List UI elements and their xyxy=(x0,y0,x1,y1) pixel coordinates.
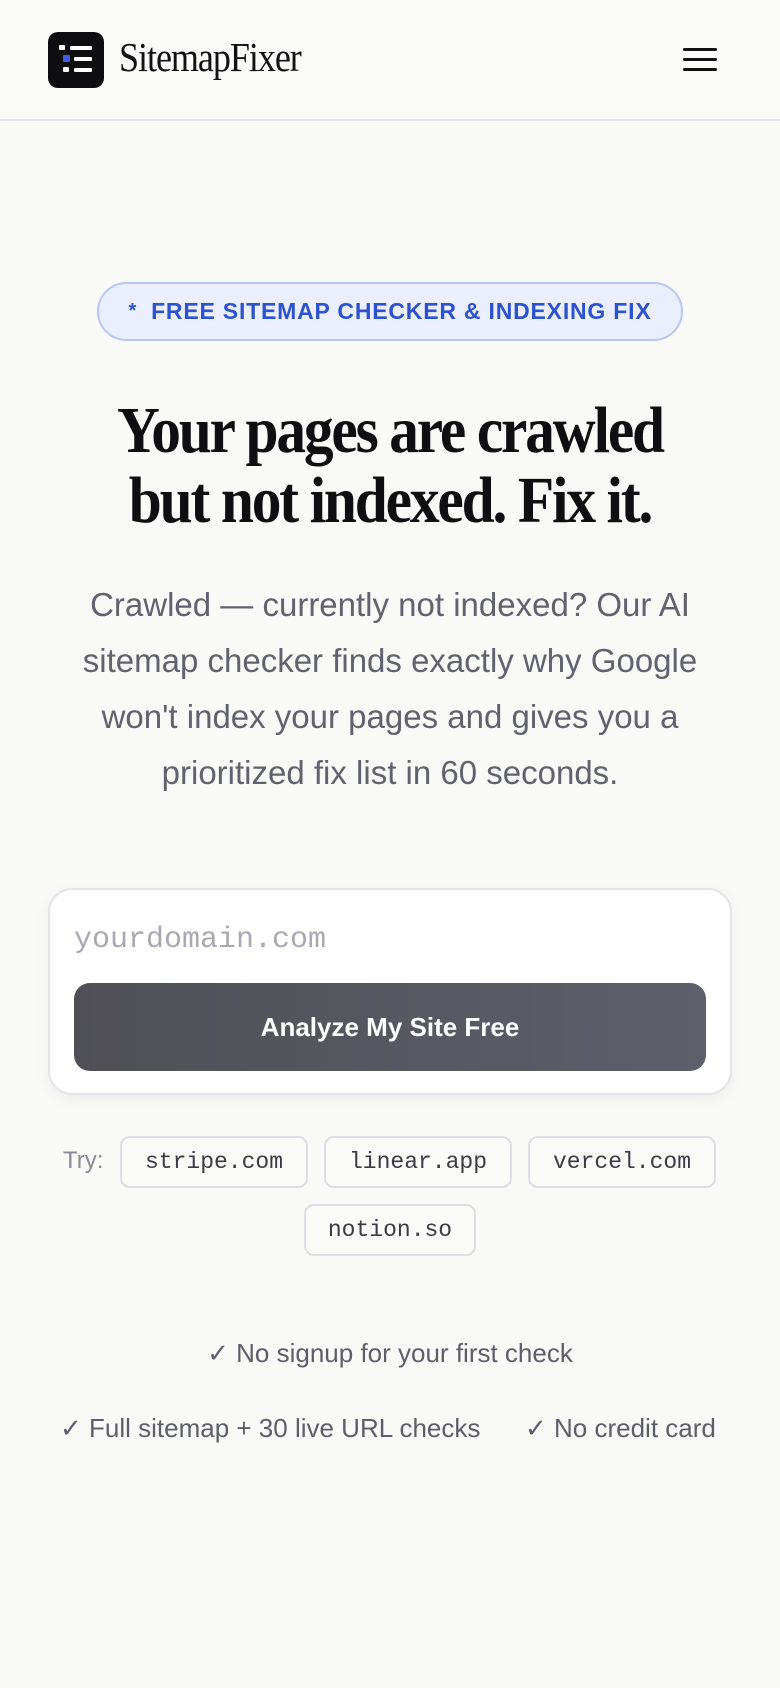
site-header: SitemapFixer xyxy=(0,0,780,121)
star-icon: * xyxy=(128,300,138,322)
check-no-credit-card: ✓ No credit card xyxy=(525,1413,716,1443)
headline-line-2: but not indexed. Fix it. xyxy=(128,464,654,537)
domain-input[interactable] xyxy=(74,912,704,968)
example-chip-vercel[interactable]: vercel.com xyxy=(528,1136,716,1188)
check-full-sitemap: ✓ Full sitemap + 30 live URL checks xyxy=(60,1413,481,1443)
hamburger-menu-icon[interactable] xyxy=(676,40,724,80)
hero-badge: * FREE SITEMAP CHECKER & INDEXING FIX xyxy=(97,282,683,341)
try-label: Try: xyxy=(63,1147,104,1174)
analyze-form: Analyze My Site Free xyxy=(48,888,732,1095)
example-chip-stripe[interactable]: stripe.com xyxy=(120,1136,308,1188)
example-chip-linear[interactable]: linear.app xyxy=(324,1136,512,1188)
brand-name[interactable]: SitemapFixer xyxy=(119,33,302,81)
list-icon[interactable] xyxy=(48,32,104,88)
analyze-button[interactable]: Analyze My Site Free xyxy=(74,983,706,1071)
headline-line-1: Your pages are crawled xyxy=(117,394,665,467)
hero-subtitle: Crawled — currently not indexed? Our AI … xyxy=(82,586,698,791)
badge-text: FREE SITEMAP CHECKER & INDEXING FIX xyxy=(151,298,652,324)
example-chip-notion[interactable]: notion.so xyxy=(304,1204,476,1256)
check-no-signup: ✓ No signup for your first check xyxy=(207,1338,573,1368)
page-title: Your pages are crawled but not indexed. … xyxy=(40,396,740,536)
